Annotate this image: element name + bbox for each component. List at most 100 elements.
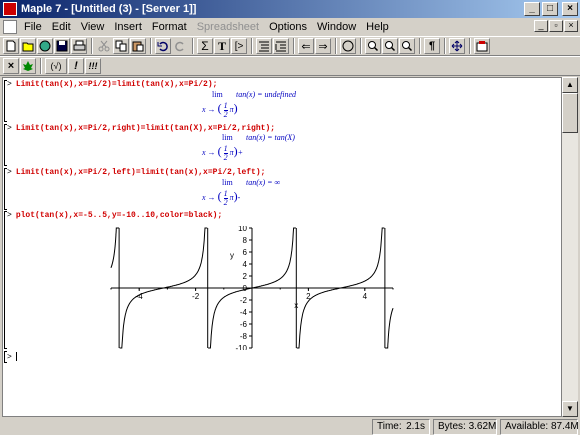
tan-branch-line xyxy=(110,227,120,268)
doc-close-button[interactable]: × xyxy=(564,20,578,32)
toolbar-separator xyxy=(360,38,362,54)
math-output: lim tan(x) = tan(X) x → ( 1 2 π)+ xyxy=(198,133,358,163)
menu-spreadsheet: Spreadsheet xyxy=(196,21,260,33)
y-tick-label: 8 xyxy=(243,236,248,245)
prompt-symbol: > xyxy=(7,80,12,89)
forward-icon[interactable]: ⇒ xyxy=(315,38,331,54)
command-text[interactable]: plot(tan(x),x=-5..5,y=-10..10,color=blac… xyxy=(16,211,222,220)
collapse-section-icon[interactable] xyxy=(273,38,289,54)
document-icon[interactable] xyxy=(3,20,17,34)
maximize-button[interactable]: □ xyxy=(542,2,558,16)
input-line[interactable]: > Limit(tan(x),x=Pi/2,right)=limit(tan(X)… xyxy=(7,124,275,133)
y-tick-label: 0 xyxy=(243,284,248,293)
scroll-up-button[interactable]: ▲ xyxy=(562,77,578,93)
text-mode-icon[interactable]: T xyxy=(214,38,230,54)
time-label: Time: xyxy=(377,421,402,432)
menu-window[interactable]: Window xyxy=(312,21,361,33)
limit-subscript: x → ( 1 2 π)- xyxy=(202,188,241,207)
menu-insert[interactable]: Insert xyxy=(109,21,147,33)
input-line[interactable]: > Limit(tan(x),x=Pi/2)=limit(tan(x),x=Pi/… xyxy=(7,80,217,89)
triple-exclamation-label: !!! xyxy=(88,61,98,71)
vertical-scrollbar[interactable]: ▲ ▼ xyxy=(562,77,578,417)
fit-icon[interactable] xyxy=(449,38,465,54)
minimize-button[interactable]: _ xyxy=(524,2,540,16)
doc-minimize-button[interactable]: _ xyxy=(534,20,548,32)
y-tick-label: -10 xyxy=(235,344,247,350)
save-icon[interactable] xyxy=(54,38,70,54)
paste-icon[interactable] xyxy=(130,38,146,54)
command-text[interactable]: Limit(tan(x),x=Pi/2,right)=limit(tan(X),… xyxy=(16,124,275,133)
sqrt-button[interactable]: (√) xyxy=(45,58,67,74)
execute-icon[interactable]: × xyxy=(3,58,19,74)
toolbar-separator xyxy=(469,38,471,54)
empty-input-line[interactable]: > xyxy=(7,352,17,362)
stop-icon[interactable] xyxy=(340,38,356,54)
open-url-icon[interactable] xyxy=(37,38,53,54)
menu-file[interactable]: File xyxy=(19,21,47,33)
menu-options[interactable]: Options xyxy=(264,21,312,33)
time-value: 2.1s xyxy=(406,421,425,432)
redo-icon[interactable] xyxy=(172,38,188,54)
menu-view[interactable]: View xyxy=(76,21,110,33)
prompt-icon[interactable]: [> xyxy=(231,38,247,54)
copy-icon[interactable] xyxy=(113,38,129,54)
title-bar[interactable]: Maple 7 - [Untitled (3) - [Server 1]] _ … xyxy=(0,0,580,18)
zoom-150-icon[interactable] xyxy=(382,38,398,54)
window-title: Maple 7 - [Untitled (3) - [Server 1]] xyxy=(21,3,197,15)
command-text[interactable]: Limit(tan(x),x=Pi/2,left)=limit(tan(x),x… xyxy=(16,168,266,177)
context-toolbar: × (√) ! !!! xyxy=(0,56,580,76)
y-tick-label: 4 xyxy=(243,260,248,269)
input-line[interactable]: > Limit(tan(x),x=Pi/2,left)=limit(tan(x),… xyxy=(7,168,265,177)
y-axis-label: y xyxy=(230,251,234,260)
zoom-100-icon[interactable] xyxy=(365,38,381,54)
scroll-down-button[interactable]: ▼ xyxy=(562,401,578,417)
menu-bar: File Edit View Insert Format Spreadsheet… xyxy=(0,18,580,36)
limit-subscript: x → ( 1 2 π) xyxy=(202,100,238,119)
restart-icon[interactable] xyxy=(474,38,490,54)
toolbar-separator xyxy=(251,38,253,54)
plot-region[interactable]: 1086420-2-4-6-8-10-4-224yx xyxy=(107,226,397,350)
status-bytes: Bytes: 3.62M xyxy=(433,419,497,435)
y-tick-label: -8 xyxy=(240,332,248,341)
prompt-symbol: > xyxy=(7,352,12,362)
undo-icon[interactable] xyxy=(155,38,171,54)
x-tick-label: -2 xyxy=(192,292,200,301)
scroll-thumb[interactable] xyxy=(562,93,578,133)
close-button[interactable]: × xyxy=(562,2,578,16)
new-icon[interactable] xyxy=(3,38,19,54)
menu-help[interactable]: Help xyxy=(361,21,394,33)
execute-label: × xyxy=(7,60,15,72)
insert-section-icon[interactable] xyxy=(256,38,272,54)
maple-leaf-button-icon[interactable] xyxy=(20,58,36,74)
fraction-denominator: 2 xyxy=(223,109,228,119)
toolbar-separator xyxy=(192,38,194,54)
subscript-arrow: x → xyxy=(202,105,216,114)
toolbar-separator xyxy=(150,38,152,54)
command-text[interactable]: Limit(tan(x),x=Pi/2)=limit(tan(x),x=Pi/2… xyxy=(16,80,218,89)
execute-worksheet-button[interactable]: !!! xyxy=(85,58,101,74)
status-bar: Time: 2.1s Bytes: 3.62M Available: 87.4M xyxy=(0,419,580,435)
zoom-200-icon[interactable] xyxy=(399,38,415,54)
open-icon[interactable] xyxy=(20,38,36,54)
limit-result: tan(x) = undefined xyxy=(236,90,297,99)
toolbar-separator xyxy=(335,38,337,54)
pilcrow-icon[interactable]: ¶ xyxy=(424,38,440,54)
cut-icon[interactable] xyxy=(96,38,112,54)
execution-group-bracket[interactable] xyxy=(4,211,7,349)
doc-restore-button[interactable]: ▫ xyxy=(549,20,563,32)
y-tick-label: -4 xyxy=(240,308,248,317)
worksheet[interactable]: > Limit(tan(x),x=Pi/2)=limit(tan(x),x=Pi/… xyxy=(2,77,562,417)
execute-selection-button[interactable]: ! xyxy=(68,58,84,74)
toolbar-separator xyxy=(40,58,42,74)
prompt-symbol: > xyxy=(7,124,12,133)
window-buttons: _ □ × xyxy=(524,2,578,16)
math-output: lim tan(x) = ∞ x → ( 1 2 π)- xyxy=(198,178,358,208)
print-icon[interactable] xyxy=(71,38,87,54)
sigma-icon[interactable]: Σ xyxy=(197,38,213,54)
input-line[interactable]: > plot(tan(x),x=-5..5,y=-10..10,color=bla… xyxy=(7,211,222,220)
limit-subscript: x → ( 1 2 π)+ xyxy=(202,143,243,162)
menu-format[interactable]: Format xyxy=(147,21,192,33)
back-icon[interactable]: ⇐ xyxy=(298,38,314,54)
lim-symbol: lim xyxy=(212,90,223,99)
menu-edit[interactable]: Edit xyxy=(47,21,76,33)
